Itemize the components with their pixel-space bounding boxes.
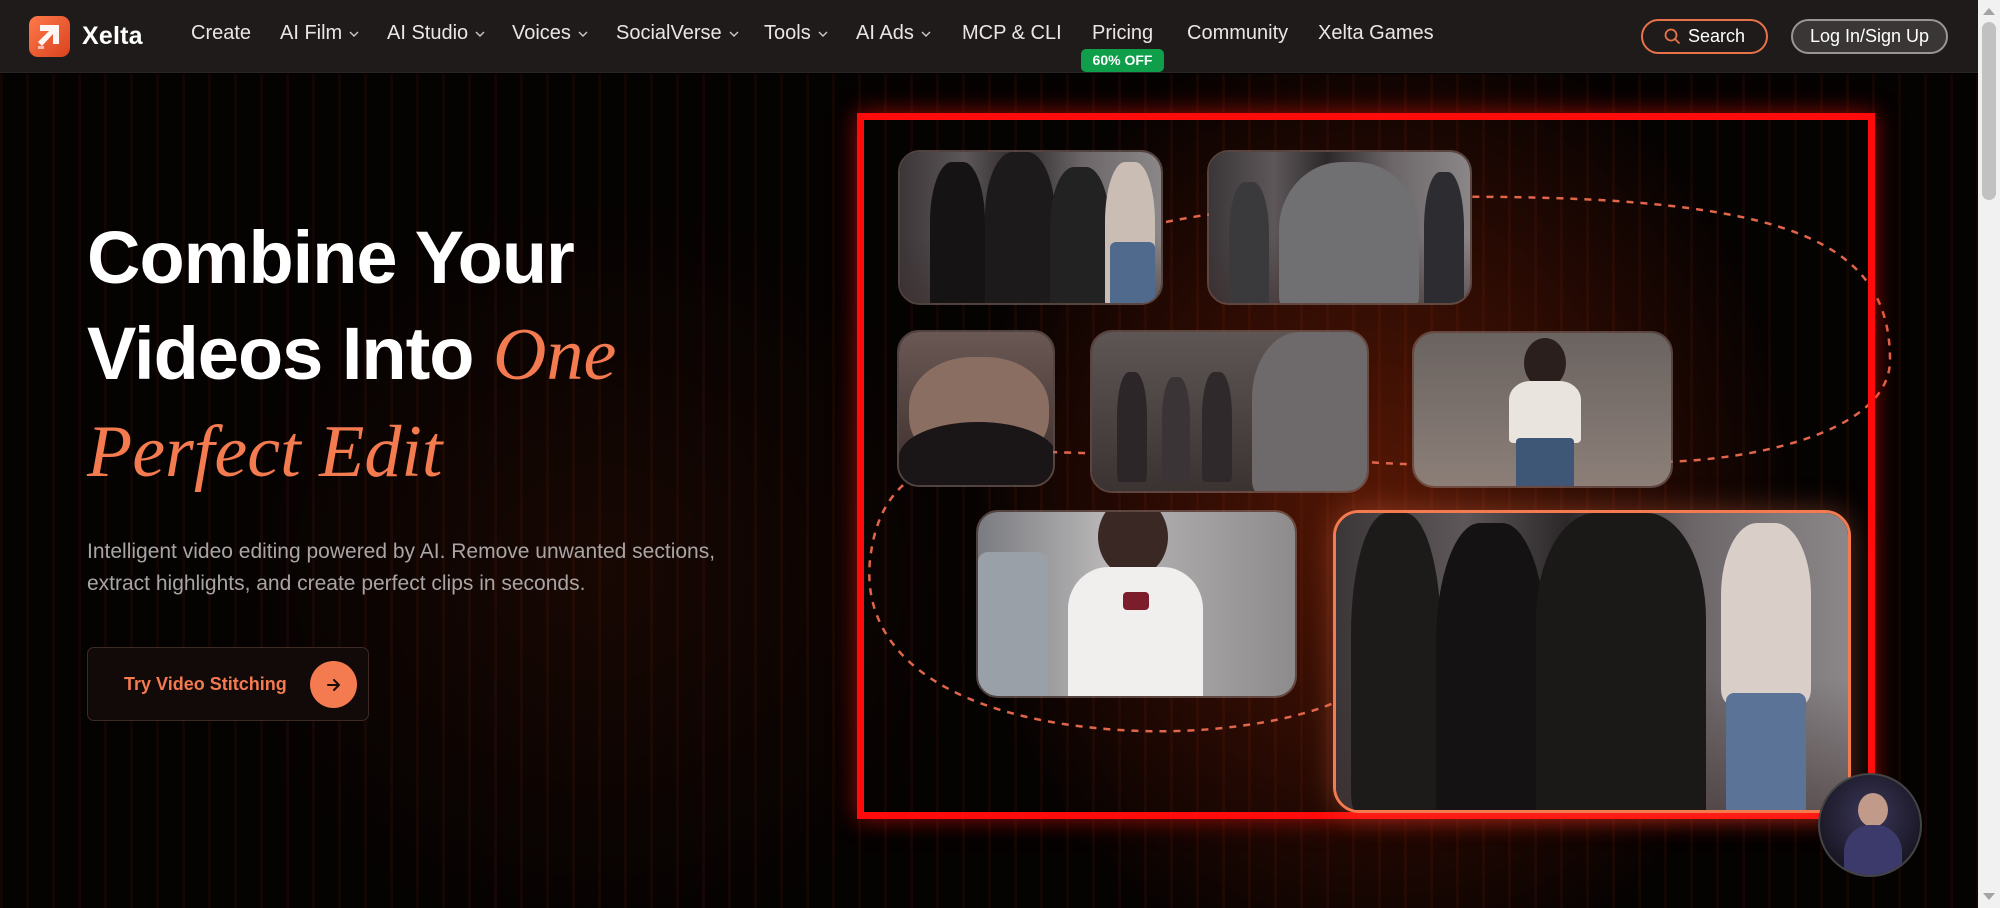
cta-label: Try Video Stitching — [124, 673, 287, 694]
brand-name: Xelta — [82, 22, 143, 50]
nav-item-label: AI Studio — [387, 22, 469, 44]
chevron-down-icon — [921, 31, 931, 37]
nav-item-ai-film[interactable]: AI Film — [280, 22, 359, 45]
headline-accent-2: Perfect Edit — [87, 411, 443, 493]
nav-item-mcp-cli[interactable]: MCP & CLI — [962, 22, 1062, 45]
nav-item-pricing[interactable]: Pricing — [1092, 22, 1153, 45]
nav-item-community[interactable]: Community — [1187, 22, 1288, 45]
video-thumbnail-woman-white-shirt[interactable] — [1412, 331, 1673, 488]
nav-item-ai-studio[interactable]: AI Studio — [387, 22, 485, 45]
nav-item-label: SocialVerse — [616, 22, 722, 44]
arrow-right-icon — [310, 661, 357, 708]
nav-item-label: Xelta Games — [1318, 22, 1434, 44]
nav-item-label: AI Ads — [856, 22, 914, 44]
login-signup-button[interactable]: Log In/Sign Up — [1791, 19, 1948, 54]
nav-item-label: AI Film — [280, 22, 343, 44]
chevron-down-icon — [475, 31, 485, 37]
nav-item-xelta-games[interactable]: Xelta Games — [1318, 22, 1434, 45]
nav-item-label: Community — [1187, 22, 1289, 44]
video-thumbnail-gray-hoodie[interactable] — [1207, 150, 1472, 305]
page-scrollbar[interactable] — [1978, 0, 2000, 908]
top-navigation: Xelta Create AI Film AI Studio Voices So… — [0, 0, 1978, 73]
nav-item-label: MCP & CLI — [962, 22, 1062, 44]
search-icon — [1664, 28, 1681, 45]
search-button-label: Search — [1687, 26, 1746, 46]
nav-item-voices[interactable]: Voices — [512, 22, 588, 45]
nav-item-create[interactable]: Create — [191, 22, 251, 45]
nav-item-label: Voices — [512, 22, 571, 44]
video-thumbnail-suits-walking[interactable] — [898, 150, 1163, 305]
nav-item-socialverse[interactable]: SocialVerse — [616, 22, 739, 45]
chevron-down-icon — [349, 31, 359, 37]
nav-item-label: Create — [191, 22, 252, 44]
headline-accent-1: One — [493, 314, 617, 396]
chevron-down-icon — [818, 31, 828, 37]
video-thumbnail-schoolgirl[interactable] — [976, 510, 1297, 698]
nav-item-label: Pricing — [1092, 22, 1154, 44]
scroll-thumb[interactable] — [1982, 22, 1996, 200]
nav-item-tools[interactable]: Tools — [764, 22, 828, 45]
pricing-discount-badge: 60% OFF — [1081, 49, 1164, 72]
nav-item-label: Tools — [764, 22, 811, 44]
headline-line-1: Combine Your — [87, 216, 575, 299]
scroll-down-arrow-icon[interactable] — [1983, 893, 1995, 900]
chevron-down-icon — [578, 31, 588, 37]
assistant-avatar[interactable] — [1818, 773, 1922, 877]
headline-line-2: Videos Into — [87, 312, 494, 395]
brand-logo[interactable]: Xelta — [29, 16, 143, 57]
xelta-logo-icon — [29, 16, 70, 57]
video-thumbnail-helmet-closeup[interactable] — [897, 330, 1055, 487]
video-thumbnail-featured-suits[interactable] — [1333, 510, 1851, 813]
try-video-stitching-button[interactable]: Try Video Stitching — [87, 647, 369, 721]
video-thumbnail-street-chaos[interactable] — [1090, 330, 1369, 493]
hero-subtitle: Intelligent video editing powered by AI.… — [87, 540, 716, 595]
scroll-up-arrow-icon[interactable] — [1983, 8, 1995, 15]
chevron-down-icon — [729, 31, 739, 37]
hero-headline: Combine Your Videos Into One Perfect Edi… — [87, 210, 807, 500]
nav-item-ai-ads[interactable]: AI Ads — [856, 22, 931, 45]
search-button[interactable]: Search — [1641, 19, 1768, 54]
